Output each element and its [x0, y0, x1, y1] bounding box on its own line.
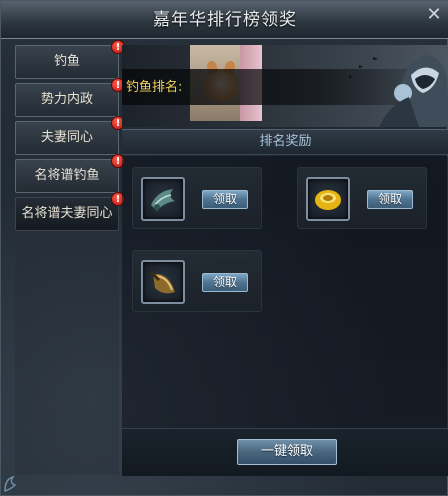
bronze-horn-icon	[149, 270, 175, 294]
warrior-character-icon	[349, 55, 448, 127]
tab-fishing[interactable]: 钓鱼 !	[15, 40, 125, 79]
rewards-header: 排名奖励	[122, 129, 448, 155]
claim-button[interactable]: 领取	[202, 273, 248, 292]
item-slot[interactable]	[306, 177, 350, 221]
title-bar: 嘉年华排行榜领奖 ✕	[1, 1, 448, 39]
item-slot[interactable]	[141, 177, 185, 221]
tab-couple-unity[interactable]: 夫妻同心 !	[15, 116, 125, 155]
tab-label: 名将谱夫妻同心	[21, 206, 113, 221]
reward-item: 领取	[132, 250, 262, 312]
tab-label: 钓鱼	[53, 54, 80, 69]
claim-button[interactable]: 领取	[202, 190, 248, 209]
corner-ornament-icon	[4, 475, 17, 493]
gold-ring-icon	[315, 190, 341, 210]
fishing-rank-label: 钓鱼排名:	[126, 80, 183, 95]
item-slot[interactable]	[141, 260, 185, 304]
tab-label: 名将谱钓鱼	[34, 168, 100, 183]
tab-famous-general-couple[interactable]: 名将谱夫妻同心 !	[15, 192, 125, 231]
claim-all-button[interactable]: 一键领取	[237, 439, 337, 465]
rewards-grid: 领取 领取 领取	[122, 156, 448, 428]
tab-faction-affairs[interactable]: 势力内政 !	[15, 78, 125, 117]
reward-window: 嘉年华排行榜领奖 ✕ 钓鱼 ! 势力内政 ! 夫妻同心 ! 名将谱钓鱼 ! 名将…	[0, 0, 448, 496]
reward-item: 领取	[132, 167, 262, 229]
jade-accessory-icon	[151, 189, 175, 211]
footer-bar: 一键领取	[122, 428, 448, 476]
ranking-banner: 钓鱼排名:	[122, 45, 448, 127]
tab-label: 势力内政	[40, 92, 93, 107]
claim-button[interactable]: 领取	[367, 190, 413, 209]
tab-label: 夫妻同心	[40, 130, 93, 145]
reward-item: 领取	[297, 167, 427, 229]
close-icon[interactable]: ✕	[423, 4, 445, 26]
window-title: 嘉年华排行榜领奖	[153, 10, 297, 30]
tab-famous-general-fishing[interactable]: 名将谱钓鱼 !	[15, 154, 125, 193]
category-sidebar: 钓鱼 ! 势力内政 ! 夫妻同心 ! 名将谱钓鱼 ! 名将谱夫妻同心 !	[15, 40, 125, 475]
